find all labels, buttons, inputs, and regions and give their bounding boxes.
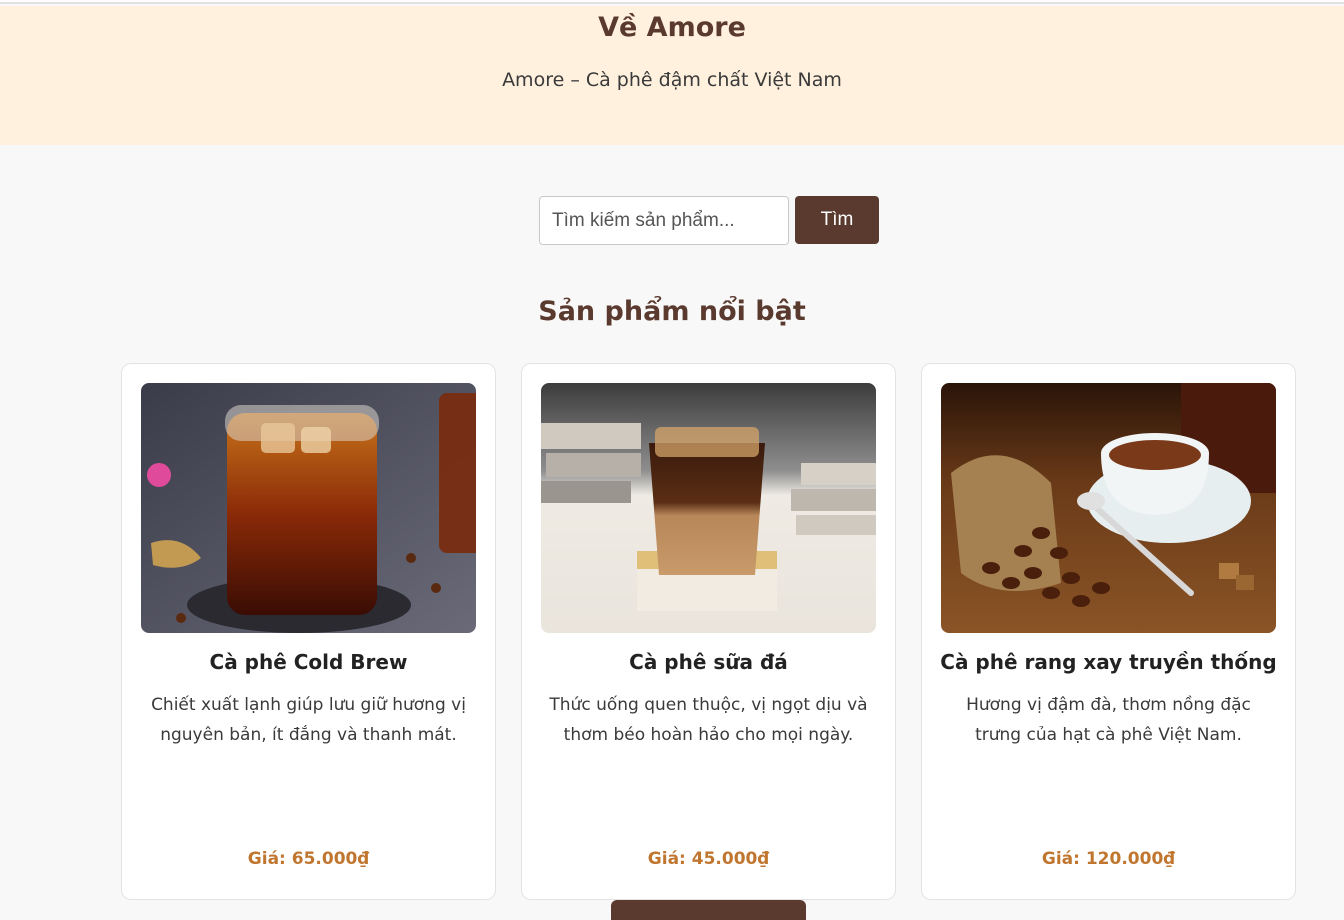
product-name: Cà phê sữa đá	[629, 650, 788, 674]
top-border	[0, 0, 1344, 4]
cold-brew-glass-image	[141, 383, 476, 633]
product-description: Thức uống quen thuộc, vị ngọt dịu và thơ…	[549, 695, 868, 745]
view-more-button[interactable]	[611, 900, 806, 920]
product-price: Giá: 65.000₫	[247, 849, 370, 869]
product-price: Giá: 45.000₫	[647, 849, 770, 869]
search-bar: Tìm	[539, 196, 879, 245]
coffee-cup-beans-image	[941, 383, 1276, 633]
product-card[interactable]: Cà phê Cold Brew Chiết xuất lạnh giúp lư…	[121, 363, 496, 900]
search-button[interactable]: Tìm	[795, 196, 879, 244]
product-name: Cà phê Cold Brew	[209, 650, 408, 674]
about-title: Về Amore	[598, 12, 746, 43]
product-description: Hương vị đậm đà, thơm nồng đặc trưng của…	[966, 695, 1251, 745]
iced-milk-coffee-image	[541, 383, 876, 633]
search-input[interactable]	[539, 196, 789, 245]
product-card[interactable]: Cà phê sữa đá Thức uống quen thuộc, vị n…	[521, 363, 896, 900]
featured-products-title: Sản phẩm nổi bật	[538, 296, 806, 327]
product-description: Chiết xuất lạnh giúp lưu giữ hương vị ng…	[151, 695, 466, 745]
product-card[interactable]: Cà phê rang xay truyền thống Hương vị đậ…	[921, 363, 1296, 900]
product-price: Giá: 120.000₫	[1041, 849, 1176, 869]
product-name: Cà phê rang xay truyền thống	[940, 650, 1277, 674]
about-section: Về Amore Amore – Cà phê đậm chất Việt Na…	[0, 6, 1344, 145]
about-tagline: Amore – Cà phê đậm chất Việt Nam	[502, 69, 842, 91]
